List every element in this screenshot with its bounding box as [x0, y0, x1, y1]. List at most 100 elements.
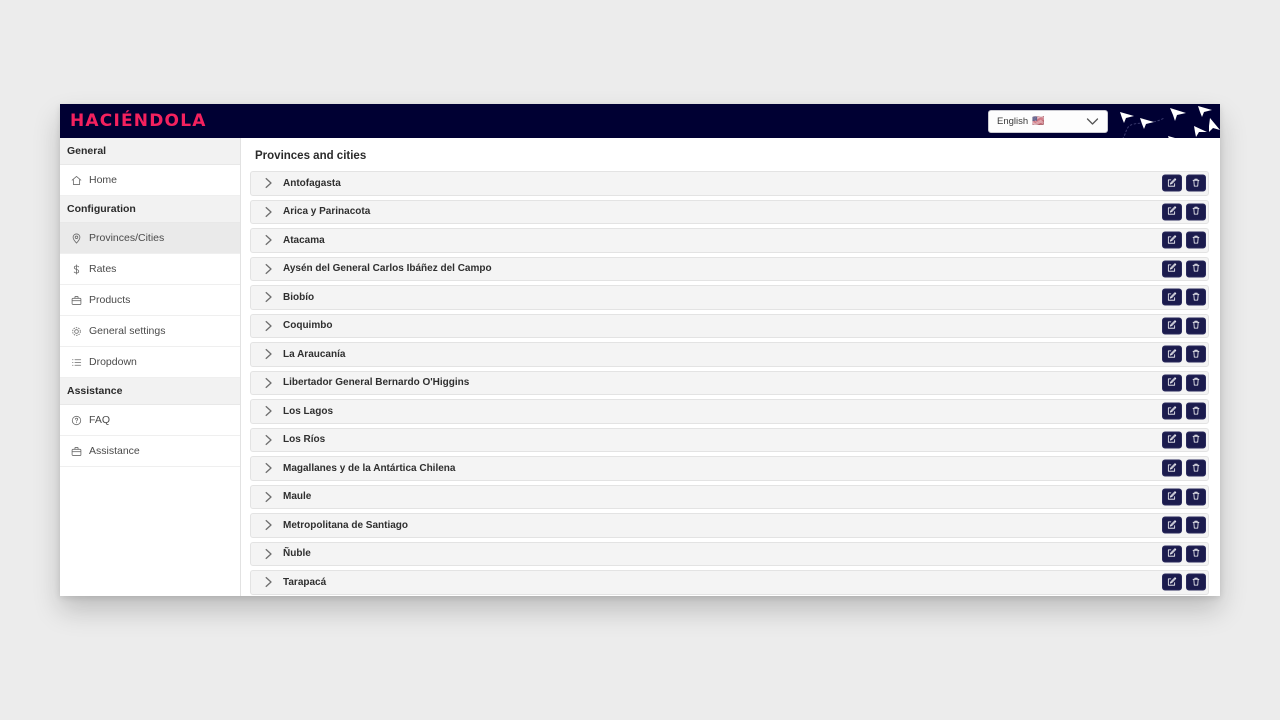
delete-button[interactable] — [1186, 203, 1206, 221]
delete-button[interactable] — [1186, 317, 1206, 335]
delete-button[interactable] — [1186, 345, 1206, 363]
province-row[interactable]: Ñuble — [250, 541, 1209, 566]
province-name: Libertador General Bernardo O'Higgins — [283, 377, 470, 389]
edit-button[interactable] — [1162, 260, 1182, 278]
edit-button[interactable] — [1162, 174, 1182, 192]
province-row[interactable]: Tarapacá — [250, 570, 1209, 595]
chevron-right-icon[interactable] — [264, 491, 274, 503]
province-row[interactable]: Metropolitana de Santiago — [250, 513, 1209, 538]
delete-button[interactable] — [1186, 260, 1206, 278]
sidebar-item-dropdown[interactable]: Dropdown — [60, 347, 240, 378]
chevron-right-icon[interactable] — [264, 320, 274, 332]
sidebar-item-products[interactable]: Products — [60, 285, 240, 316]
sidebar-item-label: Provinces/Cities — [89, 232, 165, 244]
edit-button[interactable] — [1162, 459, 1182, 477]
chevron-right-icon[interactable] — [264, 348, 274, 360]
chevron-right-icon[interactable] — [264, 434, 274, 446]
chevron-right-icon[interactable] — [264, 576, 274, 588]
province-name: Ñuble — [283, 548, 311, 560]
delete-button[interactable] — [1186, 545, 1206, 563]
province-row[interactable]: Maule — [250, 484, 1209, 509]
edit-button[interactable] — [1162, 516, 1182, 534]
delete-button[interactable] — [1186, 573, 1206, 591]
edit-button[interactable] — [1162, 317, 1182, 335]
edit-button[interactable] — [1162, 288, 1182, 306]
question-circle-icon — [71, 415, 82, 426]
page-title: Provinces and cities — [255, 150, 367, 162]
province-row[interactable]: Magallanes y de la Antártica Chilena — [250, 456, 1209, 481]
row-actions — [1162, 317, 1206, 335]
province-name: Atacama — [283, 234, 325, 246]
edit-square-icon — [1167, 402, 1177, 420]
chevron-right-icon[interactable] — [264, 405, 274, 417]
delete-button[interactable] — [1186, 488, 1206, 506]
chevron-down-icon — [1086, 117, 1099, 126]
province-row[interactable]: Los Ríos — [250, 427, 1209, 452]
edit-button[interactable] — [1162, 345, 1182, 363]
province-row[interactable]: Aysén del General Carlos Ibáñez del Camp… — [250, 256, 1209, 281]
province-row[interactable]: Arica y Parinacota — [250, 199, 1209, 224]
app-logo[interactable]: HACIÉNDOLA — [70, 104, 207, 138]
chevron-right-icon[interactable] — [264, 263, 274, 275]
delete-button[interactable] — [1186, 459, 1206, 477]
province-row[interactable]: Libertador General Bernardo O'Higgins — [250, 370, 1209, 395]
delete-button[interactable] — [1186, 374, 1206, 392]
delete-button[interactable] — [1186, 231, 1206, 249]
language-selector[interactable]: English 🇺🇸 — [988, 110, 1108, 133]
edit-button[interactable] — [1162, 431, 1182, 449]
row-actions — [1162, 573, 1206, 591]
edit-square-icon — [1167, 203, 1177, 221]
row-actions — [1162, 260, 1206, 278]
sidebar-item-home[interactable]: Home — [60, 165, 240, 196]
province-row[interactable]: Atacama — [250, 228, 1209, 253]
chevron-right-icon[interactable] — [264, 206, 274, 218]
trash-icon — [1191, 203, 1201, 221]
province-row[interactable]: La Araucanía — [250, 342, 1209, 367]
app-body: General Home Configuration Provinces/Cit… — [60, 138, 1220, 596]
sidebar-item-general-settings[interactable]: General settings — [60, 316, 240, 347]
chevron-right-icon[interactable] — [264, 462, 274, 474]
edit-button[interactable] — [1162, 402, 1182, 420]
delete-button[interactable] — [1186, 402, 1206, 420]
edit-button[interactable] — [1162, 203, 1182, 221]
chevron-right-icon[interactable] — [264, 519, 274, 531]
edit-button[interactable] — [1162, 488, 1182, 506]
edit-square-icon — [1167, 488, 1177, 506]
chevron-right-icon[interactable] — [264, 234, 274, 246]
province-row[interactable]: Los Lagos — [250, 399, 1209, 424]
delete-button[interactable] — [1186, 174, 1206, 192]
chevron-right-icon[interactable] — [264, 177, 274, 189]
edit-button[interactable] — [1162, 573, 1182, 591]
language-selected-label: English — [997, 116, 1029, 127]
province-row[interactable]: Coquimbo — [250, 313, 1209, 338]
logo-text: HACIÉNDOLA — [70, 110, 207, 131]
edit-square-icon — [1167, 317, 1177, 335]
sidebar-item-label: Products — [89, 294, 131, 306]
province-row[interactable]: Antofagasta — [250, 171, 1209, 196]
delete-button[interactable] — [1186, 516, 1206, 534]
delete-button[interactable] — [1186, 431, 1206, 449]
sidebar-item-rates[interactable]: Rates — [60, 254, 240, 285]
edit-square-icon — [1167, 573, 1177, 591]
edit-square-icon — [1167, 374, 1177, 392]
delete-button[interactable] — [1186, 288, 1206, 306]
chevron-right-icon[interactable] — [264, 377, 274, 389]
sidebar-item-label: Rates — [89, 263, 117, 275]
chevron-right-icon[interactable] — [264, 548, 274, 560]
sidebar-item-provinces-cities[interactable]: Provinces/Cities — [60, 223, 240, 254]
edit-square-icon — [1167, 459, 1177, 477]
sidebar-item-assistance[interactable]: Assistance — [60, 436, 240, 467]
edit-button[interactable] — [1162, 231, 1182, 249]
edit-square-icon — [1167, 545, 1177, 563]
main-content: Provinces and cities Antofagasta Arica y … — [241, 138, 1220, 596]
province-row[interactable]: Biobío — [250, 285, 1209, 310]
row-actions — [1162, 431, 1206, 449]
edit-button[interactable] — [1162, 545, 1182, 563]
edit-button[interactable] — [1162, 374, 1182, 392]
trash-icon — [1191, 374, 1201, 392]
sidebar-nav: General Home Configuration Provinces/Cit… — [60, 138, 241, 596]
sidebar-item-faq[interactable]: FAQ — [60, 405, 240, 436]
chevron-right-icon[interactable] — [264, 291, 274, 303]
row-actions — [1162, 516, 1206, 534]
province-name: Biobío — [283, 291, 315, 303]
